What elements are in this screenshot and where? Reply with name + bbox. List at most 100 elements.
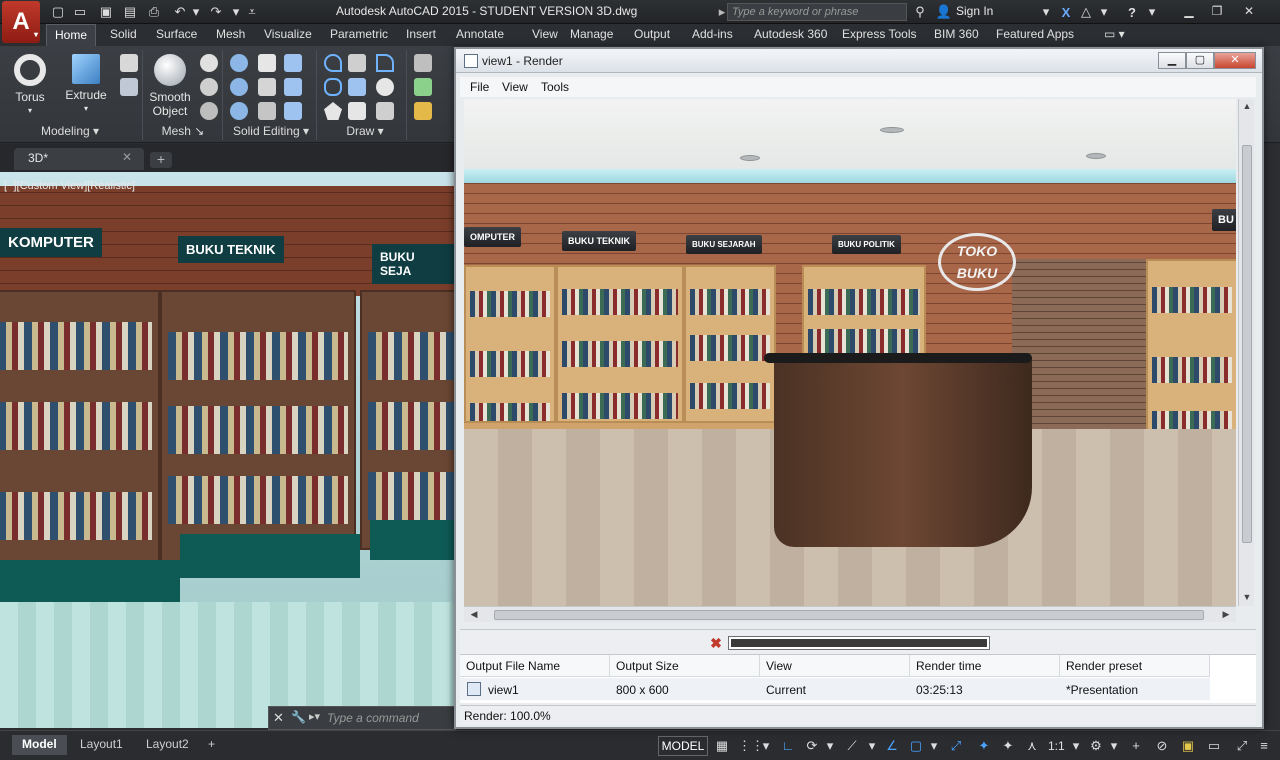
exchange-icon[interactable]: X <box>1056 3 1076 21</box>
object-snap-icon[interactable]: ▢ <box>908 738 924 754</box>
save-icon[interactable]: ▣ <box>96 3 116 21</box>
interfere-icon[interactable] <box>258 78 276 96</box>
tab-view[interactable]: View <box>524 24 566 46</box>
tab-annotate[interactable]: Annotate <box>448 24 512 46</box>
shell-icon[interactable] <box>284 78 302 96</box>
polygon-icon[interactable] <box>324 102 342 120</box>
restore-icon[interactable]: ❐ <box>1204 2 1230 20</box>
column-header-render-time[interactable]: Render time <box>910 655 1060 677</box>
close-tab-icon[interactable]: ✕ <box>122 150 132 164</box>
viewport-controls-label[interactable]: [−][Custom View][Realistic] <box>4 180 135 192</box>
refine-mesh-icon[interactable] <box>200 102 218 120</box>
application-menu-button[interactable]: A ▾ <box>2 1 40 43</box>
clean-screen-toggle-icon[interactable]: ▭ <box>1206 738 1222 754</box>
scroll-left-icon[interactable]: ◀ <box>466 609 482 620</box>
extract-edges-icon[interactable] <box>284 54 302 72</box>
cancel-render-icon[interactable]: ✖ <box>706 635 726 651</box>
sign-in-dropdown-icon[interactable]: ▾ <box>1036 3 1056 21</box>
thicken-icon[interactable] <box>258 102 276 120</box>
minimize-icon[interactable]: ▁ <box>1176 2 1202 20</box>
customization-icon[interactable]: ≡ <box>1256 738 1272 754</box>
open-icon[interactable]: ▭ <box>70 3 90 21</box>
undo-dropdown-icon[interactable]: ▾ <box>186 3 206 21</box>
smooth-less-icon[interactable] <box>200 78 218 96</box>
smooth-more-icon[interactable] <box>200 54 218 72</box>
object-snap-dropdown-icon[interactable]: ▾ <box>926 738 942 754</box>
tab-parametric[interactable]: Parametric <box>322 24 396 46</box>
ortho-icon[interactable]: ∟ <box>780 738 796 754</box>
smooth-object-button[interactable]: Smooth Object <box>144 50 196 118</box>
tab-featured-apps[interactable]: Featured Apps <box>988 24 1082 46</box>
layout-tab-layout1[interactable]: Layout1 <box>70 735 133 755</box>
grid-icon[interactable]: ▦ <box>714 738 730 754</box>
layout-tab-model[interactable]: Model <box>12 735 67 755</box>
workspace-gear-icon[interactable]: ⚙ <box>1088 738 1104 754</box>
ribbon-display-toggle-icon[interactable]: ▭ ▾ <box>1096 24 1133 46</box>
render-close-icon[interactable]: ✕ <box>1214 52 1256 69</box>
tab-add-ins[interactable]: Add-ins <box>684 24 741 46</box>
a360-icon[interactable]: △ <box>1076 3 1096 21</box>
help-dropdown-icon[interactable]: ▾ <box>1142 3 1162 21</box>
add-layout-icon[interactable]: + <box>202 735 221 755</box>
rectangle-icon[interactable] <box>348 102 366 120</box>
extrude-button[interactable]: Extrude ▾ <box>60 50 112 116</box>
line-icon[interactable] <box>348 54 366 72</box>
snap-icon[interactable]: ⋮⋮ <box>738 738 764 754</box>
render-horizontal-scrollbar[interactable]: ◀ ▶ <box>464 606 1236 622</box>
render-window-titlebar[interactable]: view1 - Render ▁ ▢ ✕ <box>456 49 1262 73</box>
binoculars-icon[interactable]: ⚲ <box>910 3 930 21</box>
slice-icon[interactable] <box>258 54 276 72</box>
column-header-render-preset[interactable]: Render preset <box>1060 655 1210 677</box>
render-maximize-icon[interactable]: ▢ <box>1186 52 1214 69</box>
polysolid-icon[interactable] <box>120 54 138 72</box>
spline-icon[interactable] <box>324 78 342 96</box>
modeling-panel-label[interactable]: Modeling ▾ <box>20 124 120 142</box>
object-snap-tracking-icon[interactable]: ∠ <box>884 738 900 754</box>
model-space-button[interactable]: MODEL <box>658 736 708 756</box>
redo-icon[interactable]: ↷ <box>206 3 226 21</box>
horizontal-scroll-thumb[interactable] <box>494 610 1204 620</box>
polar-dropdown-icon[interactable]: ▾ <box>822 738 838 754</box>
layout-tab-layout2[interactable]: Layout2 <box>136 735 199 755</box>
pencil-icon[interactable] <box>414 102 432 120</box>
annotation-visibility-icon[interactable]: ✦ <box>976 738 992 754</box>
command-input[interactable]: Type a command <box>327 711 419 725</box>
tab-output[interactable]: Output <box>626 24 678 46</box>
menu-file[interactable]: File <box>470 80 489 94</box>
tab-solid[interactable]: Solid <box>102 24 145 46</box>
move-icon[interactable] <box>414 54 432 72</box>
presspull-icon[interactable] <box>120 78 138 96</box>
tab-home[interactable]: Home <box>46 24 97 46</box>
search-input[interactable]: Type a keyword or phrase <box>727 3 907 21</box>
union-icon[interactable] <box>230 54 248 72</box>
workspace-dropdown-icon[interactable]: ▾ <box>1106 738 1122 754</box>
tab-autodesk-360[interactable]: Autodesk 360 <box>746 24 835 46</box>
new-icon[interactable]: ▢ <box>48 3 68 21</box>
arc-icon[interactable] <box>376 54 394 72</box>
close-icon[interactable]: ✕ <box>1236 2 1262 20</box>
column-header-output-file-name[interactable]: Output File Name <box>460 655 610 677</box>
isodraft-icon[interactable]: ⟋ <box>844 738 860 754</box>
add-icon[interactable]: + <box>1128 738 1144 754</box>
save-as-icon[interactable]: ▤ <box>120 3 140 21</box>
tab-bim-360[interactable]: BIM 360 <box>926 24 987 46</box>
tab-insert[interactable]: Insert <box>398 24 444 46</box>
render-vertical-scrollbar[interactable]: ▲ ▼ <box>1238 99 1254 606</box>
wrench-icon[interactable]: 🔧 <box>291 710 306 724</box>
tab-surface[interactable]: Surface <box>148 24 205 46</box>
a360-dropdown-icon[interactable]: ▾ <box>1094 3 1114 21</box>
snap-dropdown-icon[interactable]: ▾ <box>758 738 774 754</box>
hatch-icon[interactable] <box>376 102 394 120</box>
tab-express-tools[interactable]: Express Tools <box>834 24 924 46</box>
solid-editing-panel-label[interactable]: Solid Editing ▾ <box>226 124 316 142</box>
annotation-scale-icon[interactable]: ⋏ <box>1024 738 1040 754</box>
subtract-icon[interactable] <box>230 78 248 96</box>
torus-button[interactable]: Torus ▾ <box>4 50 56 118</box>
menu-tools[interactable]: Tools <box>541 80 569 94</box>
clean-screen-icon[interactable]: ⤢ <box>1234 738 1250 754</box>
construction-line-icon[interactable] <box>348 78 366 96</box>
scroll-up-icon[interactable]: ▲ <box>1239 101 1255 111</box>
separate-icon[interactable] <box>284 102 302 120</box>
scale-dropdown-icon[interactable]: ▾ <box>1068 738 1084 754</box>
auto-scale-icon[interactable]: ✦ <box>1000 738 1016 754</box>
